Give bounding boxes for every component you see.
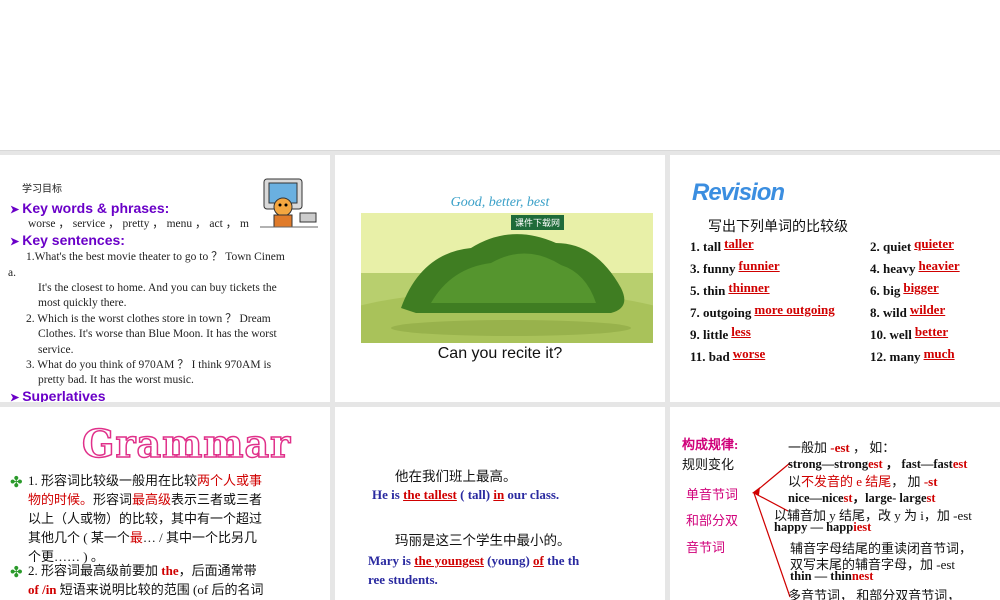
revision-word: 2. quiet [870, 239, 912, 254]
revision-item: 1. tall taller [690, 236, 774, 255]
clover-bullet-icon: ✤ [10, 565, 23, 581]
revision-item: 2. quiet quieter [870, 236, 964, 255]
slide-heading: 学习目标 [22, 184, 62, 195]
revision-word: 7. outgoing [690, 305, 752, 320]
slide-thumbnail-good-better-best[interactable]: Good, better, best 课件下载网 Can you recite … [335, 155, 665, 402]
category-1: 单音节词 [686, 487, 739, 502]
slide-thumbnail-formation-rules[interactable]: 构成规律: 规则变化 单音节词 和部分双 音节词 一般加 -est ， 如： s… [670, 407, 1000, 600]
sentence-1a: 1.What's the best movie theater to go to… [26, 251, 285, 263]
revision-item: 6. big bigger [870, 280, 953, 299]
grammar-point-2: 2. 形容词最高级前要加 the，后面通常带 of /in 短语来说明比较的范围… [28, 563, 264, 597]
revision-word: 1. tall [690, 239, 722, 254]
hill-landscape-picture [361, 213, 653, 343]
revision-item: 7. outgoing more outgoing [690, 302, 835, 321]
revision-item: 3. funny funnier [690, 258, 789, 277]
revision-word: 10. well [870, 327, 912, 342]
revision-item: 9. little less [690, 324, 781, 343]
sentence-2c: service. [38, 344, 74, 356]
chinese-sentence-1: 他在我们班上最高。 [395, 469, 517, 484]
category-3: 音节词 [686, 540, 726, 555]
revision-answer: less [731, 324, 751, 339]
grammar-point-1: 1. 形容词比较级一般用在比较两个人或事 物的时候。形容词最高级表示三者或三者 … [28, 473, 263, 564]
revision-answer: much [923, 346, 955, 361]
rules-title: 构成规律: [682, 437, 739, 452]
rules-subtitle: 规则变化 [682, 457, 735, 472]
sentence-2b: Clothes. It's worse than Blue Moon. It h… [38, 328, 277, 340]
revision-item: 10. well better [870, 324, 965, 343]
revision-answer: heavier [918, 258, 960, 273]
slide-caption: Can you recite it? [437, 345, 563, 362]
category-2: 和部分双 [686, 513, 739, 528]
revision-instruction: 写出下列单词的比较级 [708, 220, 848, 235]
superlatives-heading: ➤ Superlatives [10, 388, 106, 402]
rule-1-example: strong—strongest ， fast—fastest [788, 457, 968, 471]
revision-answer: wilder [909, 302, 946, 317]
revision-word: 8. wild [870, 305, 907, 320]
key-words-list: worse ， service ， pretty ， menu ， act ， … [28, 218, 249, 230]
revision-answer: quieter [914, 236, 954, 251]
english-sentence-2: Mary is the youngest (young) of the th re… [368, 553, 580, 587]
revision-answer: more outgoing [754, 302, 835, 317]
rule-3-example: happy — happiest [774, 520, 872, 534]
chinese-sentence-2: 玛丽是这三个学生中最小的。 [395, 533, 571, 548]
revision-answer: better [914, 324, 949, 339]
revision-word: 5. thin [690, 283, 726, 298]
arrow-bullet-icon: ➤ [10, 392, 20, 402]
clover-bullet-icon: ✤ [10, 475, 23, 491]
watermark-badge: 课件下载网 [511, 215, 565, 230]
revision-item: 11. bad worse [690, 346, 783, 365]
revision-word: 11. bad [690, 349, 730, 364]
english-sentence-1: He is the tallest ( tall) in our class. [372, 487, 560, 502]
revision-item: 8. wild wilder [870, 302, 960, 321]
rule-4-example: thin — thinnest [790, 569, 874, 583]
key-sentences-heading: ➤ Key sentences: [10, 232, 125, 248]
revision-word: 6. big [870, 283, 901, 298]
rule-5: 多音节词， 和部分双音节词， [788, 588, 961, 600]
revision-item: 4. heavy heavier [870, 258, 969, 277]
revision-answer: worse [732, 346, 766, 361]
revision-title: Revision [692, 179, 785, 206]
revision-answer: funnier [738, 258, 780, 273]
revision-answer: bigger [903, 280, 939, 295]
sentence-3a: 3. What do you think of 970AM ？ I think … [26, 359, 272, 371]
revision-word: 12. many [870, 349, 921, 364]
sentence-1d: most quickly there. [38, 297, 127, 309]
revision-item: 12. many much [870, 346, 974, 365]
sentence-1c: It's the closest to home. And you can bu… [38, 282, 277, 294]
revision-answer: taller [724, 236, 754, 251]
slide-thumbnail-learning-goals[interactable]: 学习目标 ➤ Key words & phrases: worse ， servi… [0, 155, 330, 402]
revision-word: 3. funny [690, 261, 736, 276]
sentence-1b: a. [8, 267, 16, 279]
revision-item: 5. thin thinner [690, 280, 778, 299]
rule-2-example: nice—nicest，large- largest [788, 491, 936, 505]
computer-cartoon-icon [260, 178, 318, 228]
slide-thumbnail-grammar[interactable]: Grammar ✤ 1. 形容词比较级一般用在比较两个人或事 物的时候。形容词最… [0, 407, 330, 600]
slide-thumbnail-revision[interactable]: Revision 写出下列单词的比较级 1. tall taller 2. quie… [670, 155, 1000, 402]
slide-title: Good, better, best [450, 195, 550, 210]
revision-word: 4. heavy [870, 261, 916, 276]
arrow-bullet-icon: ➤ [10, 204, 20, 216]
grammar-title: Grammar [81, 420, 292, 467]
arrow-bullet-icon: ➤ [10, 236, 20, 248]
revision-word: 9. little [690, 327, 729, 342]
slide-thumbnail-examples[interactable]: 他在我们班上最高。 He is the tallest ( tall) in o… [335, 407, 665, 600]
sentence-3b: pretty bad. It has the worst music. [38, 374, 194, 386]
sentence-2a: 2. Which is the worst clothes store in t… [26, 313, 271, 325]
revision-answer: thinner [728, 280, 770, 295]
key-words-heading: ➤ Key words & phrases: [10, 200, 170, 216]
top-blank-area [0, 0, 1000, 151]
